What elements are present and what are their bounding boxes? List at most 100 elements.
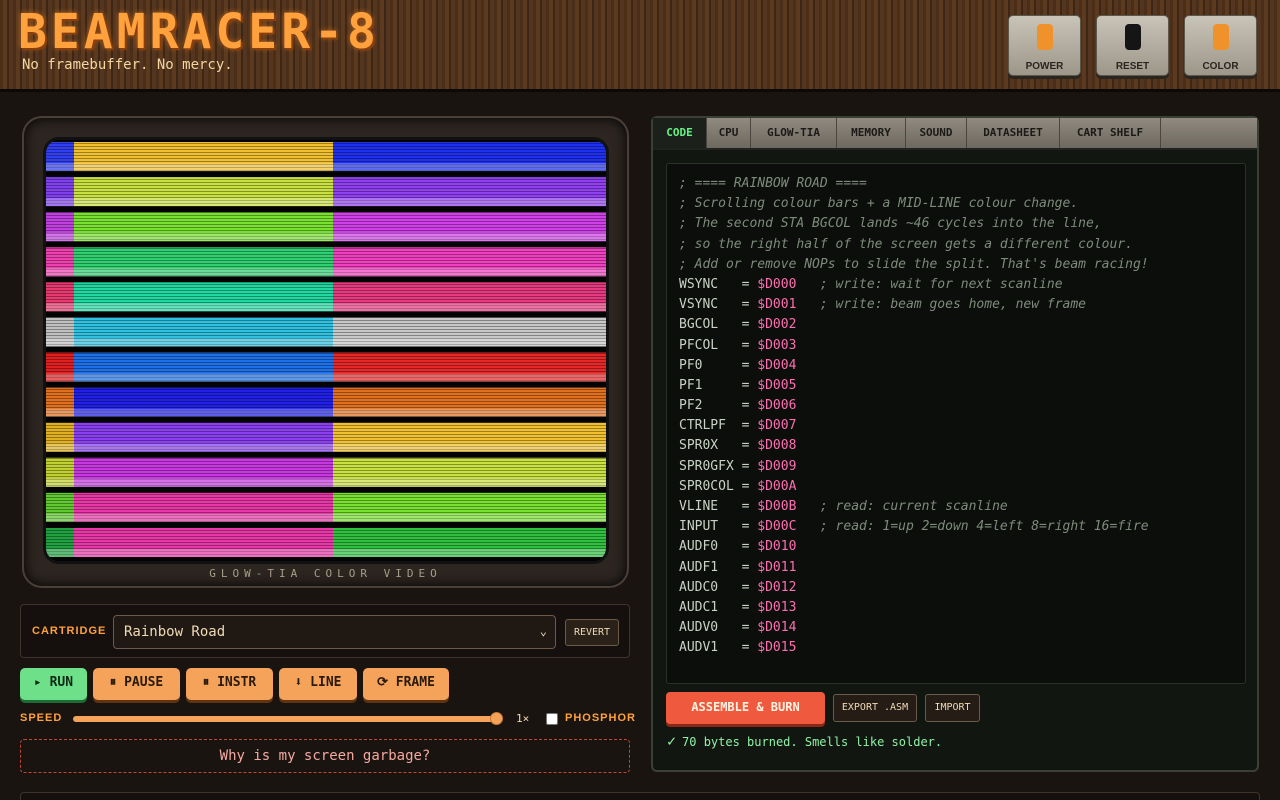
code-line: PF0 = $D004 xyxy=(679,356,1233,376)
code-address: $D003 xyxy=(757,337,797,353)
scanline-overlay xyxy=(46,452,606,453)
scanline-overlay xyxy=(46,149,606,150)
band-highlight xyxy=(46,549,606,557)
scanline-overlay xyxy=(46,242,606,243)
scanline-overlay xyxy=(46,458,606,459)
code-comment: ; so the right half of the screen gets a… xyxy=(679,236,1133,252)
scanline-overlay xyxy=(46,455,606,456)
color-label: COLOR xyxy=(1202,61,1239,72)
band-highlight xyxy=(46,513,606,522)
scanline-overlay xyxy=(46,197,606,198)
code-label: CTRLPF = xyxy=(679,418,758,434)
speed-slider-handle[interactable] xyxy=(490,712,503,725)
step-instr-button[interactable]: ⏸ INSTR xyxy=(186,668,273,700)
scanline-overlay xyxy=(46,365,606,366)
scanline-overlay xyxy=(46,215,606,216)
scanline-overlay xyxy=(46,437,606,438)
scanline-overlay xyxy=(46,245,606,246)
scanline-overlay xyxy=(46,278,606,279)
phosphor-checkbox[interactable] xyxy=(546,713,558,725)
code-comment: ; read: 1=up 2=down 4=left 8=right 16=fi… xyxy=(796,519,1149,535)
scanline-overlay xyxy=(46,161,606,162)
code-line: PF2 = $D006 xyxy=(679,396,1233,416)
band-highlight xyxy=(46,338,606,347)
scanline-overlay xyxy=(46,425,606,426)
code-label: SPR0X = xyxy=(679,438,758,454)
band-highlight xyxy=(46,443,606,452)
scanline-overlay xyxy=(46,488,606,489)
scanline-overlay xyxy=(46,188,606,189)
code-line: ; ==== RAINBOW ROAD ==== xyxy=(679,174,1233,194)
scanline-overlay xyxy=(46,254,606,255)
power-button[interactable]: POWER xyxy=(1008,15,1081,76)
scanline-overlay xyxy=(46,467,606,468)
scanline-overlay xyxy=(46,224,606,225)
code-editor[interactable]: ; ==== RAINBOW ROAD ==== ; Scrolling colo… xyxy=(666,163,1246,684)
scanline-overlay xyxy=(46,329,606,330)
scanline-overlay xyxy=(46,392,606,393)
scanline-overlay xyxy=(46,509,606,510)
tab-memory[interactable]: MEMORY xyxy=(837,118,906,148)
app-title: BEAMRACER-8 xyxy=(18,4,380,60)
code-label: VLINE = xyxy=(679,499,758,514)
scanline-overlay xyxy=(46,407,606,408)
reset-button[interactable]: RESET xyxy=(1096,15,1169,76)
step-frame-button[interactable]: ⟳ FRAME xyxy=(363,668,449,700)
tab-glow-tia[interactable]: GLOW-TIA xyxy=(751,118,837,148)
scanline-overlay xyxy=(46,335,606,336)
code-address: $D010 xyxy=(757,539,797,555)
code-label: SPR0COL = xyxy=(679,478,758,494)
scanline-overlay xyxy=(46,404,606,405)
scanline-overlay xyxy=(46,326,606,327)
tab-code[interactable]: CODE xyxy=(653,118,707,148)
scanline-overlay xyxy=(46,539,606,540)
code-address: $D000 xyxy=(757,276,797,292)
code-address: $D006 xyxy=(757,398,797,414)
scanline-overlay xyxy=(46,290,606,291)
code-line: PFCOL = $D003 xyxy=(679,336,1233,356)
cartridge-selected: Rainbow Road xyxy=(124,624,226,640)
import-button[interactable]: IMPORT xyxy=(925,694,980,722)
scanline-overlay xyxy=(46,182,606,183)
code-label: WSYNC = xyxy=(679,276,758,292)
color-button[interactable]: COLOR xyxy=(1184,15,1257,76)
code-label: PF1 = xyxy=(679,377,758,393)
assemble-burn-button[interactable]: ASSEMBLE & BURN xyxy=(666,692,825,724)
step-line-button[interactable]: ⬇ LINE xyxy=(279,668,357,700)
help-button[interactable]: Why is my screen garbage? xyxy=(20,739,630,773)
scanline-overlay xyxy=(46,140,606,141)
band-highlight xyxy=(46,478,606,487)
code-line: PF1 = $D005 xyxy=(679,376,1233,396)
scanline-overlay xyxy=(46,389,606,390)
code-line: ; so the right half of the screen gets a… xyxy=(679,235,1233,255)
code-line: SPR0GFX = $D009 xyxy=(679,457,1233,477)
run-button[interactable]: ▸ RUN xyxy=(20,668,87,700)
code-line: BGCOL = $D002 xyxy=(679,315,1233,335)
pause-button[interactable]: ⏸ PAUSE xyxy=(93,668,180,700)
revert-button[interactable]: REVERT xyxy=(565,619,619,646)
scanline-overlay xyxy=(46,302,606,303)
tab-sound[interactable]: SOUND xyxy=(906,118,967,148)
code-address: $D011 xyxy=(757,559,797,575)
code-line: AUDV1 = $D015 xyxy=(679,638,1233,658)
scanline-overlay xyxy=(46,332,606,333)
scanline-overlay xyxy=(46,500,606,501)
scanline-overlay xyxy=(46,281,606,282)
scanline-overlay xyxy=(46,398,606,399)
scanline-overlay xyxy=(46,284,606,285)
scanline-overlay xyxy=(46,503,606,504)
cartridge-select[interactable]: Rainbow Road ⌄ xyxy=(113,615,556,649)
speed-slider[interactable] xyxy=(73,716,497,722)
scanline-overlay xyxy=(46,506,606,507)
tab-cart-shelf[interactable]: CART SHELF xyxy=(1060,118,1161,148)
scanline-overlay xyxy=(46,227,606,228)
scanline-overlay xyxy=(46,368,606,369)
code-label: INPUT = xyxy=(679,519,758,535)
scanline-overlay xyxy=(46,356,606,357)
band-highlight xyxy=(46,303,606,312)
code-line: ; The second STA BGCOL lands ~46 cycles … xyxy=(679,214,1233,234)
export-asm-button[interactable]: EXPORT .ASM xyxy=(833,694,917,722)
tab-cpu[interactable]: CPU xyxy=(707,118,751,148)
tab-datasheet[interactable]: DATASHEET xyxy=(967,118,1060,148)
scanline-overlay xyxy=(46,257,606,258)
